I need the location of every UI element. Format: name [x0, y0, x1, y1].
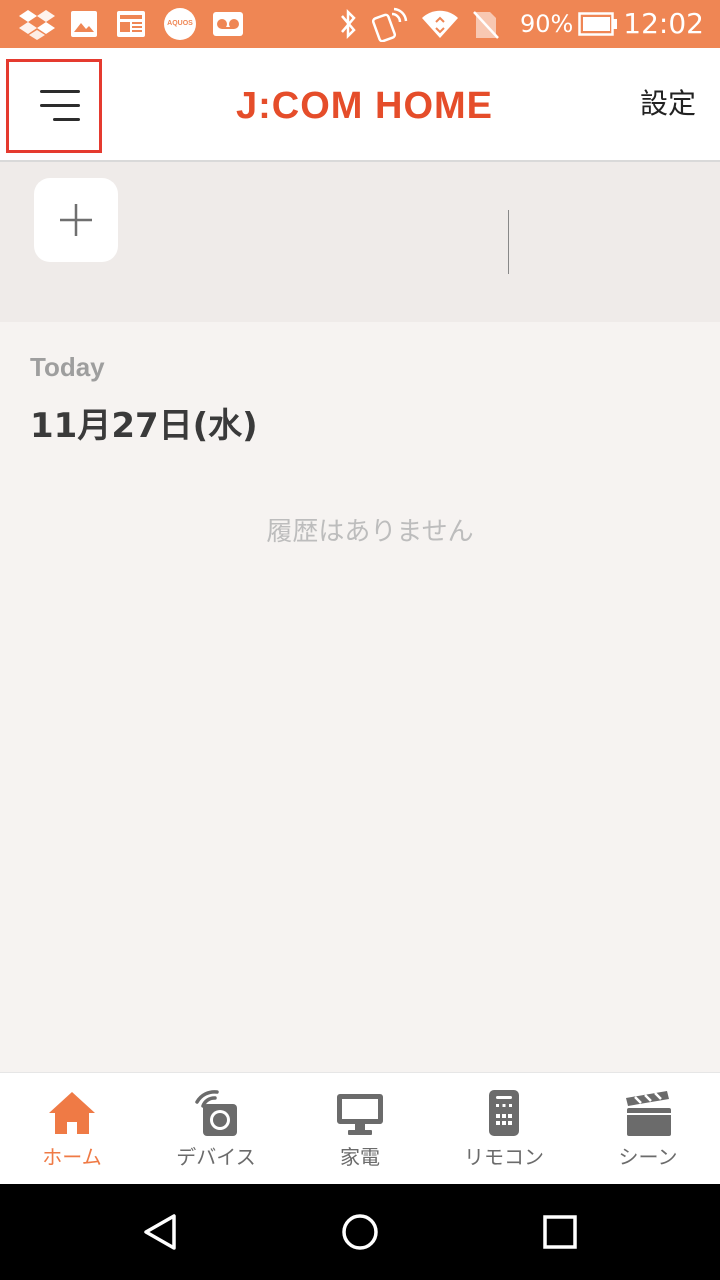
tab-remote-label: リモコン — [464, 1145, 544, 1169]
tab-home-label: ホーム — [42, 1145, 102, 1169]
tab-appliances-label: 家電 — [340, 1145, 380, 1169]
status-time: 12:02 — [623, 7, 704, 40]
home-circle-icon[interactable] — [340, 1212, 380, 1252]
no-sim-icon — [473, 11, 499, 39]
system-nav-bar — [0, 1184, 720, 1280]
monitor-icon — [337, 1094, 383, 1135]
dropbox-icon — [19, 10, 55, 40]
voicemail-icon — [213, 12, 243, 36]
wifi-icon — [422, 10, 458, 38]
today-label: Today — [30, 352, 105, 382]
hamburger-menu-icon — [40, 90, 80, 93]
bluetooth-icon — [341, 8, 356, 40]
tab-scenes[interactable]: シーン — [576, 1072, 720, 1184]
gallery-icon — [71, 11, 97, 37]
status-bar: AQUOS 90% 12:02 — [0, 0, 720, 48]
battery-percentage: 90% — [520, 10, 574, 38]
battery-icon — [578, 12, 617, 36]
tab-devices-label: デバイス — [176, 1145, 256, 1169]
aquos-icon-text: AQUOS — [167, 20, 193, 27]
tab-home[interactable]: ホーム — [0, 1072, 144, 1184]
menu-button[interactable] — [6, 59, 102, 153]
back-triangle-icon[interactable] — [140, 1212, 180, 1252]
hamburger-menu-icon-line — [53, 118, 80, 121]
empty-history-message: 履歴はありません — [266, 517, 474, 547]
nfc-icon — [372, 7, 408, 42]
history-date: 11月27日(水) — [30, 406, 258, 446]
home-icon — [49, 1092, 95, 1134]
tab-remote[interactable]: リモコン — [432, 1072, 576, 1184]
device-icon — [195, 1090, 237, 1136]
remote-icon — [489, 1090, 519, 1136]
hamburger-menu-icon-line — [40, 104, 80, 107]
add-device-button[interactable] — [34, 178, 118, 262]
clapperboard-icon — [626, 1091, 671, 1136]
strip-divider — [508, 210, 509, 274]
app-logo: J:COM HOME — [236, 85, 493, 127]
aquos-icon: AQUOS — [164, 8, 196, 40]
tab-scenes-label: シーン — [618, 1145, 678, 1169]
plus-icon — [60, 204, 92, 236]
tab-appliances[interactable]: 家電 — [288, 1072, 432, 1184]
news-icon — [117, 11, 145, 37]
settings-button[interactable]: 設定 — [640, 84, 696, 124]
recents-square-icon[interactable] — [542, 1214, 578, 1250]
tab-devices[interactable]: デバイス — [144, 1072, 288, 1184]
